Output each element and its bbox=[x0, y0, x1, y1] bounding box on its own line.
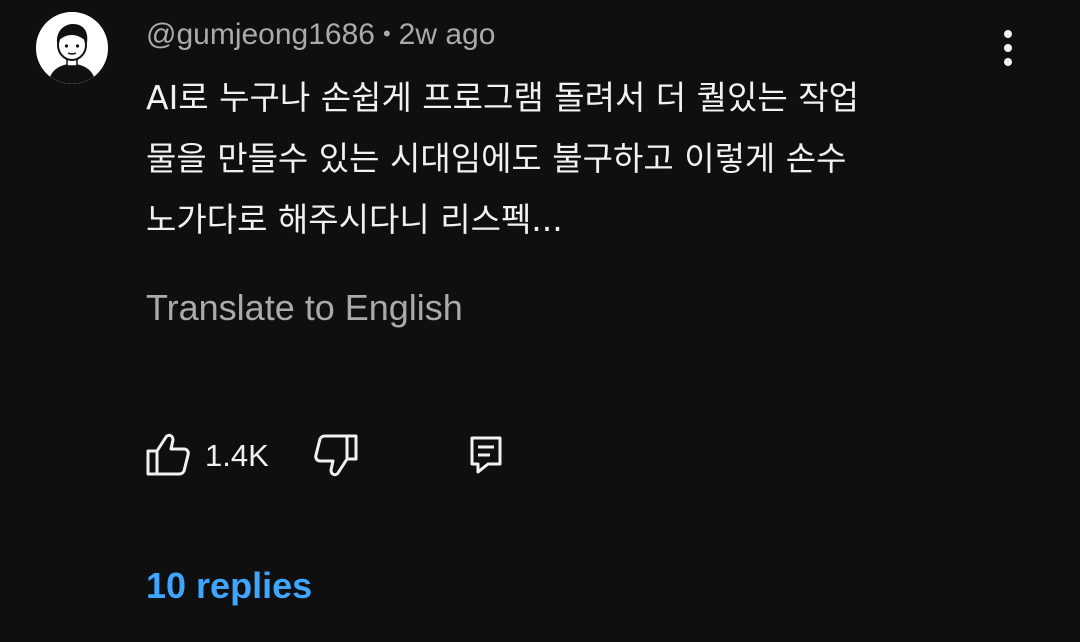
comment-author[interactable]: @gumjeong1686 bbox=[146, 18, 375, 51]
avatar[interactable] bbox=[36, 12, 108, 84]
like-count: 1.4K bbox=[205, 438, 269, 473]
thumbs-down-icon[interactable] bbox=[312, 432, 360, 478]
comment-reply-icon[interactable] bbox=[466, 432, 506, 476]
comment-text: AI로 누구나 손쉽게 프로그램 돌려서 더 퀄있는 작업 물을 만들수 있는 … bbox=[146, 78, 859, 239]
translate-button[interactable]: Translate to English bbox=[146, 284, 463, 332]
comment-timestamp[interactable]: 2w ago bbox=[399, 18, 496, 51]
view-replies-button[interactable]: 10 replies bbox=[146, 562, 312, 610]
three-dots-vertical-icon[interactable] bbox=[988, 26, 1028, 70]
meta-separator: • bbox=[382, 21, 391, 46]
cartoon-person-avatar-icon bbox=[36, 12, 108, 84]
thumbs-up-icon[interactable] bbox=[144, 432, 192, 478]
comment-meta: @gumjeong1686 • 2w ago bbox=[146, 14, 495, 54]
